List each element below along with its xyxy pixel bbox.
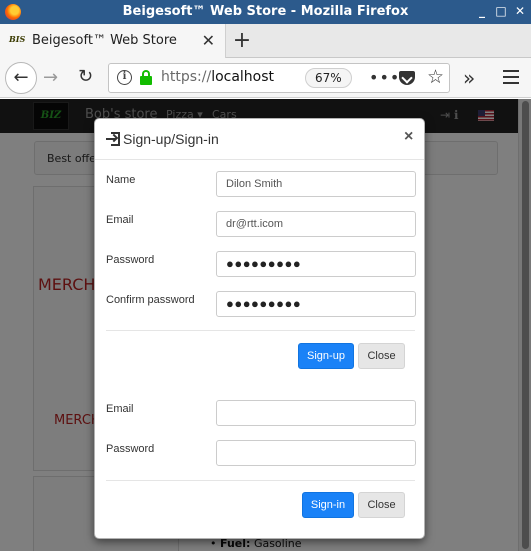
toolbar-overflow-icon[interactable]: » (463, 66, 475, 90)
window-titlebar: Beigesoft™ Web Store - Mozilla Firefox _… (0, 0, 531, 24)
back-button[interactable]: ← (5, 62, 37, 94)
maximize-button[interactable]: □ (494, 4, 508, 18)
signup-name-field[interactable]: Dilon Smith (216, 171, 416, 197)
tab-close-icon[interactable]: ✕ (202, 31, 215, 50)
close-window-button[interactable]: ✕ (513, 4, 527, 18)
signup-password-label: Password (106, 254, 155, 266)
signup-confirm-password-field[interactable]: ●●●●●●●●● (216, 291, 416, 317)
bookmark-star-icon[interactable]: ☆ (427, 66, 444, 88)
signup-email-field[interactable]: dr@rtt.icom (216, 211, 416, 237)
tab-beigesoft-web-store[interactable]: BIS Beigesoft™ Web Store ✕ (0, 24, 226, 58)
signup-name-label: Name (106, 174, 136, 186)
signin-close-button[interactable]: Close (358, 492, 405, 518)
url-host: localhost (211, 69, 275, 85)
lock-icon[interactable] (140, 70, 152, 85)
tab-title: Beigesoft™ Web Store (32, 33, 177, 48)
hamburger-menu-icon[interactable] (503, 70, 519, 84)
signin-email-label: Email (106, 403, 134, 415)
tab-strip: BIS Beigesoft™ Web Store ✕ + (0, 24, 531, 58)
signin-password-label: Password (106, 443, 155, 455)
minimize-button[interactable]: _ (475, 4, 489, 18)
new-tab-button[interactable]: + (232, 28, 252, 53)
signin-divider (106, 480, 415, 481)
sign-in-icon (106, 132, 120, 146)
signup-button[interactable]: Sign-up (298, 343, 354, 369)
signin-email-field[interactable] (216, 400, 416, 426)
dialog-close-icon[interactable]: × (404, 128, 413, 146)
reload-button[interactable]: ↻ (78, 66, 93, 87)
dialog-title: Sign-up/Sign-in (123, 131, 219, 147)
url-scheme: https:// (161, 69, 212, 85)
address-bar[interactable]: i https://localhost 67% ••• ☆ (108, 63, 450, 93)
signup-password-field[interactable]: ●●●●●●●●● (216, 251, 416, 277)
signup-divider (106, 330, 415, 331)
window-title: Beigesoft™ Web Store - Mozilla Firefox (122, 4, 409, 19)
site-favicon-icon: BIS (9, 34, 26, 44)
signin-button[interactable]: Sign-in (302, 492, 354, 518)
signup-close-button[interactable]: Close (358, 343, 405, 369)
page-actions-menu-icon[interactable]: ••• (369, 68, 400, 87)
site-info-icon[interactable]: i (117, 70, 132, 85)
dialog-header: Sign-up/Sign-in × (95, 119, 424, 160)
navigation-toolbar: ← → ↻ i https://localhost 67% ••• ☆ » (0, 58, 531, 98)
signup-confirm-password-label: Confirm password (106, 294, 195, 306)
pocket-icon[interactable] (399, 71, 415, 85)
signup-email-label: Email (106, 214, 134, 226)
url-text[interactable]: https://localhost (161, 69, 297, 85)
forward-button[interactable]: → (43, 67, 58, 88)
signin-password-field[interactable] (216, 440, 416, 466)
zoom-level-badge[interactable]: 67% (305, 68, 352, 88)
signup-signin-dialog: Sign-up/Sign-in × Name Dilon Smith Email… (94, 118, 425, 539)
